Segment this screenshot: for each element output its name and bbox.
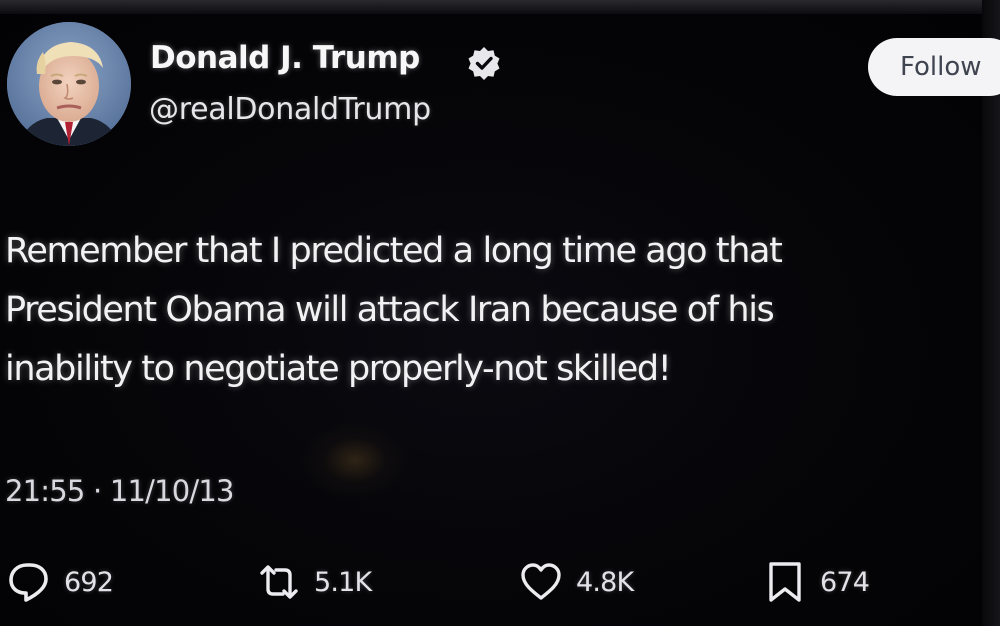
tweet-text: Remember that I predicted a long time ag…: [5, 231, 783, 389]
tweet-screen: Donald J. Trump @realDonaldTrump Follow …: [0, 0, 1000, 626]
like-count: 4.8K: [576, 566, 634, 598]
repost-icon: [260, 565, 298, 599]
repost-count: 5.1K: [314, 566, 372, 598]
follow-button[interactable]: Follow: [868, 38, 1000, 96]
reply-action[interactable]: 692: [6, 558, 114, 606]
screen-glare: [300, 420, 410, 500]
display-name[interactable]: Donald J. Trump: [150, 40, 420, 76]
bookmark-count: 674: [820, 566, 870, 598]
reply-count: 692: [64, 566, 114, 598]
reply-icon: [9, 563, 48, 602]
heart-icon: [521, 563, 561, 600]
bookmark-icon: [769, 562, 801, 602]
avatar[interactable]: [7, 22, 131, 146]
verified-badge-icon: [468, 47, 500, 80]
monitor-bezel-top: [0, 0, 1000, 14]
tweet-timestamp[interactable]: 21:55 · 11/10/13: [5, 474, 234, 508]
bookmark-action[interactable]: 674: [762, 558, 870, 606]
user-handle[interactable]: @realDonaldTrump: [149, 92, 431, 127]
avatar-portrait-image: [7, 22, 131, 146]
repost-action[interactable]: 5.1K: [256, 558, 372, 606]
like-action[interactable]: 4.8K: [518, 558, 634, 606]
